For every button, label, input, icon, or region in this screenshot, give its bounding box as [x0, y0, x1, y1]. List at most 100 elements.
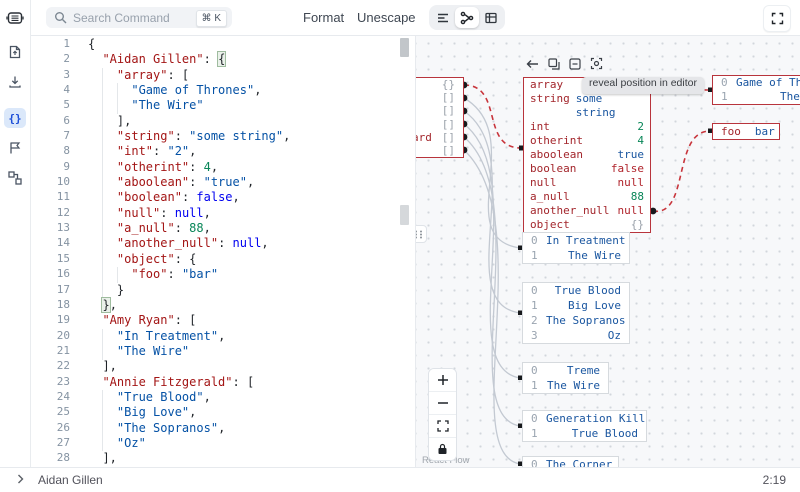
editor-line[interactable]: 22 ],: [30, 359, 415, 374]
editor-line[interactable]: 10 "aboolean": "true",: [30, 175, 415, 190]
array-node-row[interactable]: 1The Wire: [523, 248, 629, 263]
download-icon[interactable]: [0, 74, 30, 90]
editor-line[interactable]: 2 "Aidan Gillen": {: [30, 52, 415, 67]
editor-scrollbar-thumb[interactable]: [400, 38, 409, 57]
editor-line[interactable]: 21 "The Wire": [30, 344, 415, 359]
editor-line[interactable]: 6 ],: [30, 114, 415, 129]
detail-node-row[interactable]: another_nullnull: [524, 204, 650, 218]
editor-line[interactable]: 3 "array": [: [30, 68, 415, 83]
object-node-foo[interactable]: foo bar: [712, 123, 780, 140]
table-view-icon: [484, 11, 498, 25]
array-node-anwan[interactable]: 0Treme1The Wire: [522, 362, 609, 394]
editor-line[interactable]: 8 "int": "2",: [30, 144, 415, 159]
editor-line[interactable]: 7 "string": "some string",: [30, 129, 415, 144]
array-node-alexander[interactable]: 0Generation Kill1True Blood: [522, 410, 647, 442]
array-node-row[interactable]: 2The Sopranos: [523, 313, 629, 328]
array-node-got[interactable]: 0Game of Thrones1The Wire: [712, 75, 800, 105]
json-editor[interactable]: 1{2 "Aidan Gillen": {3 "array": [4 "Game…: [30, 35, 415, 468]
editor-line[interactable]: 27 "Oz": [30, 436, 415, 451]
editor-line[interactable]: 17 }: [30, 283, 415, 298]
chevron-right-icon[interactable]: [16, 473, 25, 485]
transform-icon[interactable]: [0, 140, 30, 156]
graph-canvas[interactable]: Aidan Gillen{}Amy Ryan[]Annie Fitzgerald…: [415, 35, 800, 468]
array-node-row[interactable]: 1The Wire: [713, 90, 800, 104]
root-node-row[interactable]: Anwan Glover[]: [415, 118, 463, 131]
array-node-row[interactable]: 0Treme: [523, 363, 608, 378]
search-input[interactable]: Search Command ⌘ K: [46, 7, 232, 28]
fullscreen-icon: [771, 12, 784, 25]
detail-node-row[interactable]: int2: [524, 120, 650, 134]
editor-line[interactable]: 5 "The Wire": [30, 98, 415, 113]
duplicate-icon[interactable]: [548, 58, 560, 70]
fit-view-button[interactable]: [429, 415, 456, 438]
editor-line[interactable]: 11 "boolean": false,: [30, 190, 415, 205]
root-node-row[interactable]: Aidan Gillen{}: [415, 78, 463, 91]
root-node-row[interactable]: Clarke Peters[]: [415, 144, 463, 157]
detail-node-row[interactable]: abooleantrue: [524, 148, 650, 162]
detail-node-row[interactable]: object{}: [524, 218, 650, 232]
detail-node-row[interactable]: otherint4: [524, 134, 650, 148]
unescape-button[interactable]: Unescape: [351, 9, 422, 26]
root-node[interactable]: Aidan Gillen{}Amy Ryan[]Annie Fitzgerald…: [415, 77, 464, 158]
editor-line[interactable]: 23 "Annie Fitzgerald": [: [30, 375, 415, 390]
detail-node-row[interactable]: booleanfalse: [524, 162, 650, 176]
array-node-row[interactable]: 1Big Love: [523, 298, 629, 313]
editor-line[interactable]: 12 "null": null,: [30, 206, 415, 221]
left-sidebar: {}: [0, 0, 31, 468]
node-value: bar: [755, 124, 775, 139]
detail-node-row[interactable]: stringsome string: [524, 92, 650, 120]
graph-view-icon: [460, 11, 474, 25]
back-arrow-icon[interactable]: [526, 58, 539, 70]
panel-drag-handle[interactable]: [415, 225, 427, 243]
editor-line[interactable]: 14 "another_null": null,: [30, 236, 415, 251]
format-button[interactable]: Format: [297, 9, 350, 26]
editor-line[interactable]: 15 "object": {: [30, 252, 415, 267]
array-node-annie[interactable]: 0True Blood1Big Love2The Sopranos3Oz: [522, 282, 630, 344]
zoom-out-button[interactable]: [429, 392, 456, 415]
detail-node-row[interactable]: nullnull: [524, 176, 650, 190]
root-node-row[interactable]: Alexander Skarsgard[]: [415, 131, 463, 144]
editor-line[interactable]: 1{: [30, 37, 415, 52]
breadcrumb[interactable]: Aidan Gillen: [38, 473, 103, 487]
zoom-out-icon: [437, 397, 449, 409]
zoom-controls: [428, 368, 457, 461]
array-node-row[interactable]: 0Game of Thrones: [713, 76, 800, 90]
editor-line[interactable]: 4 "Game of Thrones",: [30, 83, 415, 98]
json-braces-icon[interactable]: {}: [0, 108, 30, 128]
drag-dots-icon: [415, 230, 423, 239]
array-node-amy[interactable]: 0In Treatment1The Wire: [522, 232, 630, 264]
editor-line[interactable]: 24 "True Blood",: [30, 390, 415, 405]
nodes-icon[interactable]: [0, 170, 30, 186]
tab-graph-view[interactable]: [455, 7, 479, 28]
tab-table-view[interactable]: [479, 7, 503, 28]
fullscreen-button[interactable]: [763, 5, 791, 32]
editor-line[interactable]: 19 "Amy Ryan": [: [30, 313, 415, 328]
editor-line[interactable]: 26 "The Sopranos",: [30, 421, 415, 436]
editor-line[interactable]: 16 "foo": "bar": [30, 267, 415, 282]
editor-line[interactable]: 9 "otherint": 4,: [30, 160, 415, 175]
root-node-row[interactable]: Annie Fitzgerald[]: [415, 104, 463, 117]
lock-icon: [437, 443, 448, 455]
array-node-row[interactable]: 1True Blood: [523, 426, 646, 441]
array-node-row[interactable]: 0True Blood: [523, 283, 629, 298]
search-icon: [54, 11, 67, 24]
lock-button[interactable]: [429, 438, 456, 460]
object-detail-node[interactable]: array[]stringsome stringint2otherint4abo…: [523, 77, 651, 233]
align-left-icon: [436, 11, 450, 25]
editor-line[interactable]: 20 "In Treatment",: [30, 329, 415, 344]
file-upload-icon[interactable]: [0, 44, 30, 60]
editor-line[interactable]: 25 "Big Love",: [30, 405, 415, 420]
tab-text-view[interactable]: [431, 7, 455, 28]
zoom-in-button[interactable]: [429, 369, 456, 392]
array-node-row[interactable]: 0In Treatment: [523, 233, 629, 248]
editor-line[interactable]: 13 "a_null": 88,: [30, 221, 415, 236]
array-node-row[interactable]: 0Generation Kill: [523, 411, 646, 426]
editor-line[interactable]: 28 ],: [30, 451, 415, 466]
detail-node-row[interactable]: a_null88: [524, 190, 650, 204]
array-node-row[interactable]: 3Oz: [523, 328, 629, 343]
collapse-node-icon[interactable]: [569, 58, 581, 70]
editor-line[interactable]: 18 },: [30, 298, 415, 313]
focus-node-icon[interactable]: [590, 57, 603, 70]
array-node-row[interactable]: 1The Wire: [523, 378, 608, 393]
root-node-row[interactable]: Amy Ryan[]: [415, 91, 463, 104]
